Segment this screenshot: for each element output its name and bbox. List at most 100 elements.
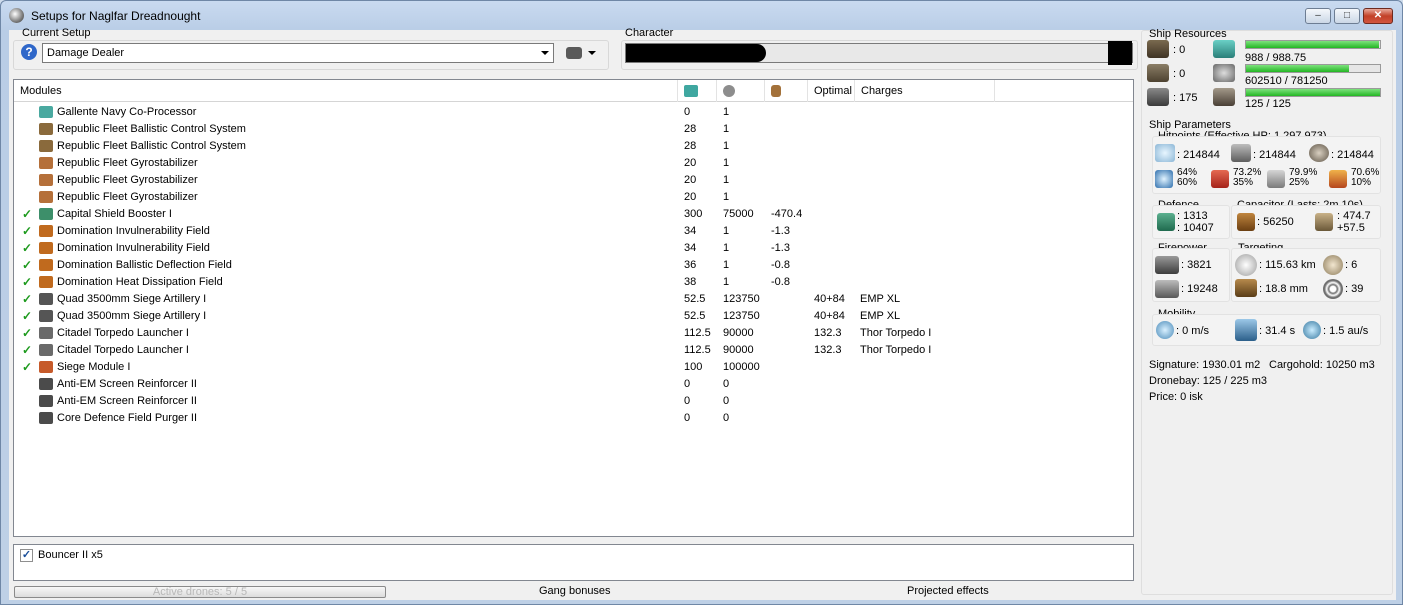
cell-cpu: 20 [684, 174, 697, 186]
price: Price: 0 isk [1149, 391, 1203, 403]
table-row[interactable]: ✓ Domination Heat Dissipation Field 38 1 -0.… [14, 274, 1133, 291]
cell-name: Quad 3500mm Siege Artillery I [57, 310, 207, 322]
velocity: : 0 m/s [1176, 325, 1210, 337]
chevron-down-icon [541, 51, 549, 55]
table-row[interactable]: ✓ Capital Shield Booster I 300 75000 -470.4 [14, 206, 1133, 223]
structure-hp: : 214844 [1331, 149, 1374, 161]
cell-charges: EMP XL [860, 293, 901, 305]
powergrid-icon [723, 85, 735, 97]
cell-pg: 1 [723, 123, 730, 135]
cell-name: Republic Fleet Gyrostabilizer [57, 174, 198, 186]
setup-select[interactable]: Damage Dealer [42, 43, 554, 63]
resist-kinetic: 79.9% 25% [1289, 168, 1317, 188]
cell-pg: 1 [723, 259, 730, 271]
cell-cpu: 36 [684, 259, 697, 271]
table-row[interactable]: ✓ Domination Ballistic Deflection Field 36… [14, 257, 1133, 274]
firepower-top: : 3821 [1181, 259, 1212, 271]
table-row[interactable]: Republic Fleet Ballistic Control System 2… [14, 121, 1133, 138]
scan-resolution-icon [1235, 279, 1257, 297]
recharge-icon [1315, 213, 1333, 231]
cell-name: Republic Fleet Ballistic Control System [57, 123, 246, 135]
cell-optimal: 132.3 [814, 344, 842, 356]
gang-bonuses-tab[interactable]: Gang bonuses [539, 585, 611, 597]
cell-pg: 1 [723, 140, 730, 152]
col-modules[interactable]: Modules [14, 80, 678, 102]
turret-hardpoint-icon [1147, 40, 1169, 58]
current-setup-label: Current Setup [22, 27, 91, 39]
table-row[interactable]: ✓ Citadel Torpedo Launcher I 112.5 90000 132… [14, 325, 1133, 342]
armor-icon [1231, 144, 1251, 162]
table-row[interactable]: Republic Fleet Gyrostabilizer 20 1 [14, 189, 1133, 206]
close-button[interactable]: ✕ [1363, 8, 1393, 24]
table-row[interactable]: Gallente Navy Co-Processor 0 1 [14, 104, 1133, 121]
table-row[interactable]: Republic Fleet Gyrostabilizer 20 1 [14, 155, 1133, 172]
table-row[interactable]: ✓ Domination Invulnerability Field 34 1 -1.3 [14, 240, 1133, 257]
warp-speed: : 1.5 au/s [1323, 325, 1369, 337]
col-capacitor[interactable] [765, 80, 808, 102]
table-row[interactable]: Republic Fleet Gyrostabilizer 20 1 [14, 172, 1133, 189]
powergrid-bar [1245, 64, 1381, 73]
modules-list[interactable]: Modules Optimal Charges Gallente Navy Co… [13, 79, 1134, 537]
table-row[interactable]: ✓ Quad 3500mm Siege Artillery I 52.5 123750… [14, 291, 1133, 308]
projected-effects-tab[interactable]: Projected effects [907, 585, 989, 597]
cell-cpu: 28 [684, 123, 697, 135]
active-check-icon: ✓ [22, 275, 33, 289]
explosive-resist-icon [1329, 170, 1347, 188]
cell-optimal: 40+84 [814, 293, 845, 305]
drone-bandwidth-usage: 125 / 125 [1245, 98, 1291, 110]
table-row[interactable]: ✓ Quad 3500mm Siege Artillery I 52.5 123750… [14, 308, 1133, 325]
active-check-icon: ✓ [22, 241, 33, 255]
table-row[interactable]: Core Defence Field Purger II 0 0 [14, 410, 1133, 427]
ballistic-control-icon [39, 140, 53, 152]
minimize-button[interactable]: – [1305, 8, 1331, 24]
defence-bottom: : 10407 [1177, 222, 1214, 234]
cell-cap: -1.3 [771, 225, 790, 237]
cpu-icon [1213, 40, 1235, 58]
drones-list[interactable]: ✓ Bouncer II x5 [13, 544, 1134, 581]
cell-cpu: 38 [684, 276, 697, 288]
rig-icon [39, 395, 53, 407]
cell-cpu: 112.5 [684, 344, 711, 356]
cell-pg: 90000 [723, 327, 754, 339]
table-row[interactable]: ✓ Siege Module I 100 100000 [14, 359, 1133, 376]
col-powergrid[interactable] [717, 80, 765, 102]
col-optimal[interactable]: Optimal [808, 80, 855, 102]
torpedo-launcher-icon [39, 327, 53, 339]
setup-select-value: Damage Dealer [47, 47, 125, 59]
cell-cpu: 0 [684, 378, 691, 390]
turret-hardpoints: : 0 [1173, 44, 1186, 56]
drone-checkbox[interactable]: ✓ [20, 549, 33, 562]
cell-name: Quad 3500mm Siege Artillery I [57, 293, 207, 305]
table-row[interactable]: ✓ Domination Invulnerability Field 34 1 -1.3 [14, 223, 1133, 240]
scan-resolution: : 18.8 mm [1259, 283, 1308, 295]
redacted-portrait [1108, 41, 1132, 65]
structure-icon [1309, 144, 1329, 162]
cell-name: Domination Invulnerability Field [57, 225, 210, 237]
maximize-button[interactable]: □ [1334, 8, 1360, 24]
ship-menu-button[interactable] [566, 45, 598, 61]
character-select[interactable] [625, 41, 1133, 65]
drone-bandwidth-icon [1213, 88, 1235, 106]
table-row[interactable]: Anti-EM Screen Reinforcer II 0 0 [14, 393, 1133, 410]
active-check-icon: ✓ [22, 224, 33, 238]
cell-cap: -1.3 [771, 242, 790, 254]
cell-name: Citadel Torpedo Launcher I [57, 344, 189, 356]
active-check-icon: ✓ [22, 258, 33, 272]
launcher-hardpoints: : 0 [1173, 68, 1186, 80]
volley-icon [1155, 280, 1179, 298]
table-row[interactable]: ✓ Citadel Torpedo Launcher I 112.5 90000 132… [14, 342, 1133, 359]
ship-icon [566, 47, 582, 59]
cargohold: Cargohold: 10250 m3 [1269, 359, 1375, 371]
help-icon[interactable]: ? [21, 44, 37, 60]
cell-name: Domination Ballistic Deflection Field [57, 259, 232, 271]
targeting-range: : 115.63 km [1259, 259, 1316, 271]
table-row[interactable]: Anti-EM Screen Reinforcer II 0 0 [14, 376, 1133, 393]
firepower-bottom: : 19248 [1181, 283, 1218, 295]
cell-name: Core Defence Field Purger II [57, 412, 198, 424]
col-charges[interactable]: Charges [855, 80, 995, 102]
active-check-icon: ✓ [22, 326, 33, 340]
table-row[interactable]: Republic Fleet Ballistic Control System 2… [14, 138, 1133, 155]
powergrid-usage: 602510 / 781250 [1245, 75, 1328, 87]
col-cpu[interactable] [678, 80, 717, 102]
cell-cpu: 52.5 [684, 293, 706, 305]
